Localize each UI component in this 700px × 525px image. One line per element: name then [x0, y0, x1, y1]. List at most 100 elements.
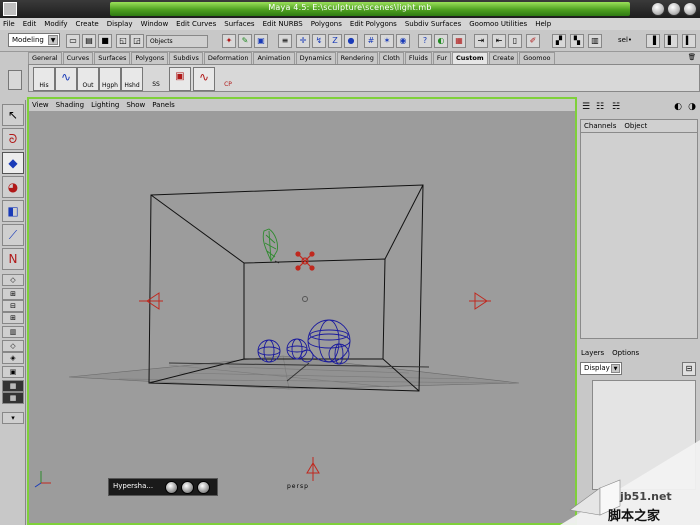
lasso-tool-icon[interactable]: ᘐ — [2, 128, 24, 150]
menu-subdiv-surfaces[interactable]: Subdiv Surfaces — [405, 20, 461, 28]
select-object-icon[interactable]: ◲ — [130, 34, 144, 48]
tool-settings-toggle-icon[interactable]: ▍ — [682, 34, 696, 48]
curve-tool-icon[interactable]: ↯ — [312, 34, 326, 48]
minimize-button[interactable] — [651, 2, 665, 16]
shelf-tab-polygons[interactable]: Polygons — [131, 52, 169, 64]
menu-create[interactable]: Create — [75, 20, 98, 28]
menu-file[interactable]: File — [3, 20, 15, 28]
layout-split-icon[interactable]: ⊟ — [2, 300, 24, 312]
viewport-menu-show[interactable]: Show — [126, 101, 145, 109]
shelf-tab-cloth[interactable]: Cloth — [378, 52, 404, 64]
shelf-tab-create[interactable]: Create — [488, 52, 519, 64]
shelf-tab-dynamics[interactable]: Dynamics — [295, 52, 336, 64]
shelf-button-out[interactable]: Out — [77, 67, 99, 91]
render-settings-icon[interactable]: ▚ — [570, 34, 584, 48]
grid-icon[interactable]: # — [364, 34, 378, 48]
options-menu[interactable]: Options — [612, 349, 639, 357]
layout-four-icon[interactable]: ⊞ — [2, 288, 24, 300]
input-icon[interactable]: ⇥ — [474, 34, 488, 48]
shelf-tab-custom[interactable]: Custom — [452, 52, 488, 64]
taskbar-knob-icon[interactable] — [181, 481, 194, 494]
render-view-icon[interactable]: ✐ — [526, 34, 540, 48]
output-icon[interactable]: ⇤ — [492, 34, 506, 48]
shelf-button-his[interactable]: His — [33, 67, 55, 91]
snap-point-icon[interactable]: ▣ — [254, 34, 268, 48]
shelf-tab-deformation[interactable]: Deformation — [203, 52, 253, 64]
chevron-down-icon[interactable]: ▼ — [611, 364, 620, 373]
layout-persp-graph-icon[interactable]: ◇ — [2, 340, 24, 352]
channel-box-toggle-icon[interactable]: ▐ — [646, 34, 660, 48]
snap-grid-icon[interactable]: ✦ — [222, 34, 236, 48]
layout-outliner-icon[interactable]: ▥ — [2, 326, 24, 338]
move-icon[interactable]: ✛ — [296, 34, 310, 48]
menu-display[interactable]: Display — [107, 20, 133, 28]
layout-custom-icon[interactable]: ▦ — [2, 380, 24, 392]
close-button[interactable] — [683, 2, 697, 16]
menu-surfaces[interactable]: Surfaces — [224, 20, 254, 28]
viewport-menu-panels[interactable]: Panels — [152, 101, 175, 109]
maximize-button[interactable] — [667, 2, 681, 16]
ipr-render-icon[interactable]: ▦ — [452, 34, 466, 48]
menu-help[interactable]: Help — [535, 20, 551, 28]
viewport-menu-shading[interactable]: Shading — [56, 101, 84, 109]
menu-modify[interactable]: Modify — [44, 20, 67, 28]
save-scene-icon[interactable]: ■ — [98, 34, 112, 48]
shelf-tab-animation[interactable]: Animation — [253, 52, 295, 64]
shelf-tab-goomoo[interactable]: Goomoo — [519, 52, 555, 64]
selection-mask-field[interactable]: Objects — [146, 35, 208, 48]
select-hierarchy-icon[interactable]: ◱ — [116, 34, 130, 48]
scale-icon[interactable]: Z — [328, 34, 342, 48]
shelf-deform-icon[interactable]: ∿ — [193, 67, 215, 91]
shelf-tab-subdivs[interactable]: Subdivs — [169, 52, 203, 64]
menu-set-dropdown[interactable]: Modeling ▼ — [8, 33, 60, 47]
last-tool-icon[interactable]: N — [2, 248, 24, 270]
shelf-render-icon[interactable]: ▣ — [169, 67, 191, 91]
render-icon[interactable]: ◐ — [434, 34, 448, 48]
open-scene-icon[interactable]: ▤ — [82, 34, 96, 48]
perspective-viewport[interactable]: View Shading Lighting Show Panels persp — [27, 97, 577, 525]
move-tool-icon[interactable]: ◆ — [2, 152, 24, 174]
toolbox-menu-icon[interactable]: ▾ — [2, 412, 24, 424]
shelf-tab-fur[interactable]: Fur — [432, 52, 452, 64]
shelf-button-hshd[interactable]: Hshd — [121, 67, 143, 91]
object-menu[interactable]: Object — [624, 122, 647, 130]
attribute-list-icon[interactable]: ☷ — [594, 101, 606, 113]
layout-persp-outliner-icon[interactable]: ▣ — [2, 366, 24, 378]
scale-tool-icon[interactable]: ◧ — [2, 200, 24, 222]
light-icon[interactable]: ✶ — [380, 34, 394, 48]
shelf-trash-icon[interactable]: 🗑 — [685, 52, 699, 64]
channels-menu[interactable]: Channels — [584, 122, 616, 130]
construction-history-icon[interactable]: ▯ — [508, 34, 522, 48]
menu-window[interactable]: Window — [141, 20, 169, 28]
zoom-icon[interactable]: ◐ — [672, 101, 684, 113]
clapper-icon[interactable]: ▞ — [552, 34, 566, 48]
select-tool-icon[interactable]: ↖ — [2, 104, 24, 126]
snap-curve-icon[interactable]: ✎ — [238, 34, 252, 48]
menu-edit[interactable]: Edit — [23, 20, 37, 28]
viewport-menu-view[interactable]: View — [32, 101, 49, 109]
shelf-tab-surfaces[interactable]: Surfaces — [94, 52, 131, 64]
manipulator-tool-icon[interactable]: ⟋ — [2, 224, 24, 246]
layout-custom2-icon[interactable]: ▦ — [2, 392, 24, 404]
layers-menu[interactable]: Layers — [581, 349, 604, 357]
viewport-menu-lighting[interactable]: Lighting — [91, 101, 119, 109]
help-icon[interactable]: ? — [418, 34, 432, 48]
menu-edit-nurbs[interactable]: Edit NURBS — [263, 20, 303, 28]
shelf-tab-curves[interactable]: Curves — [62, 52, 94, 64]
menu-polygons[interactable]: Polygons — [311, 20, 342, 28]
settings-icon[interactable]: ◑ — [686, 101, 698, 113]
layer-type-dropdown[interactable]: Display ▼ — [580, 362, 622, 375]
shelf-tab-rendering[interactable]: Rendering — [336, 52, 378, 64]
layout-vertical-icon[interactable]: ⊞ — [2, 312, 24, 324]
menu-goomoo-utilities[interactable]: Goomoo Utilities — [469, 20, 527, 28]
camera-icon[interactable]: ◉ — [396, 34, 410, 48]
new-scene-icon[interactable]: ▭ — [66, 34, 80, 48]
shelf-menu-icon[interactable] — [8, 70, 22, 90]
taskbar-knob-icon[interactable] — [165, 481, 178, 494]
new-layer-icon[interactable]: ⊟ — [682, 362, 696, 376]
attribute-editor-toggle-icon[interactable]: ▌ — [664, 34, 678, 48]
rotate-tool-icon[interactable]: ◕ — [2, 176, 24, 198]
menu-edit-curves[interactable]: Edit Curves — [176, 20, 216, 28]
channel-list-icon[interactable]: ☰ — [580, 101, 592, 113]
taskbar-knob-icon[interactable] — [197, 481, 210, 494]
